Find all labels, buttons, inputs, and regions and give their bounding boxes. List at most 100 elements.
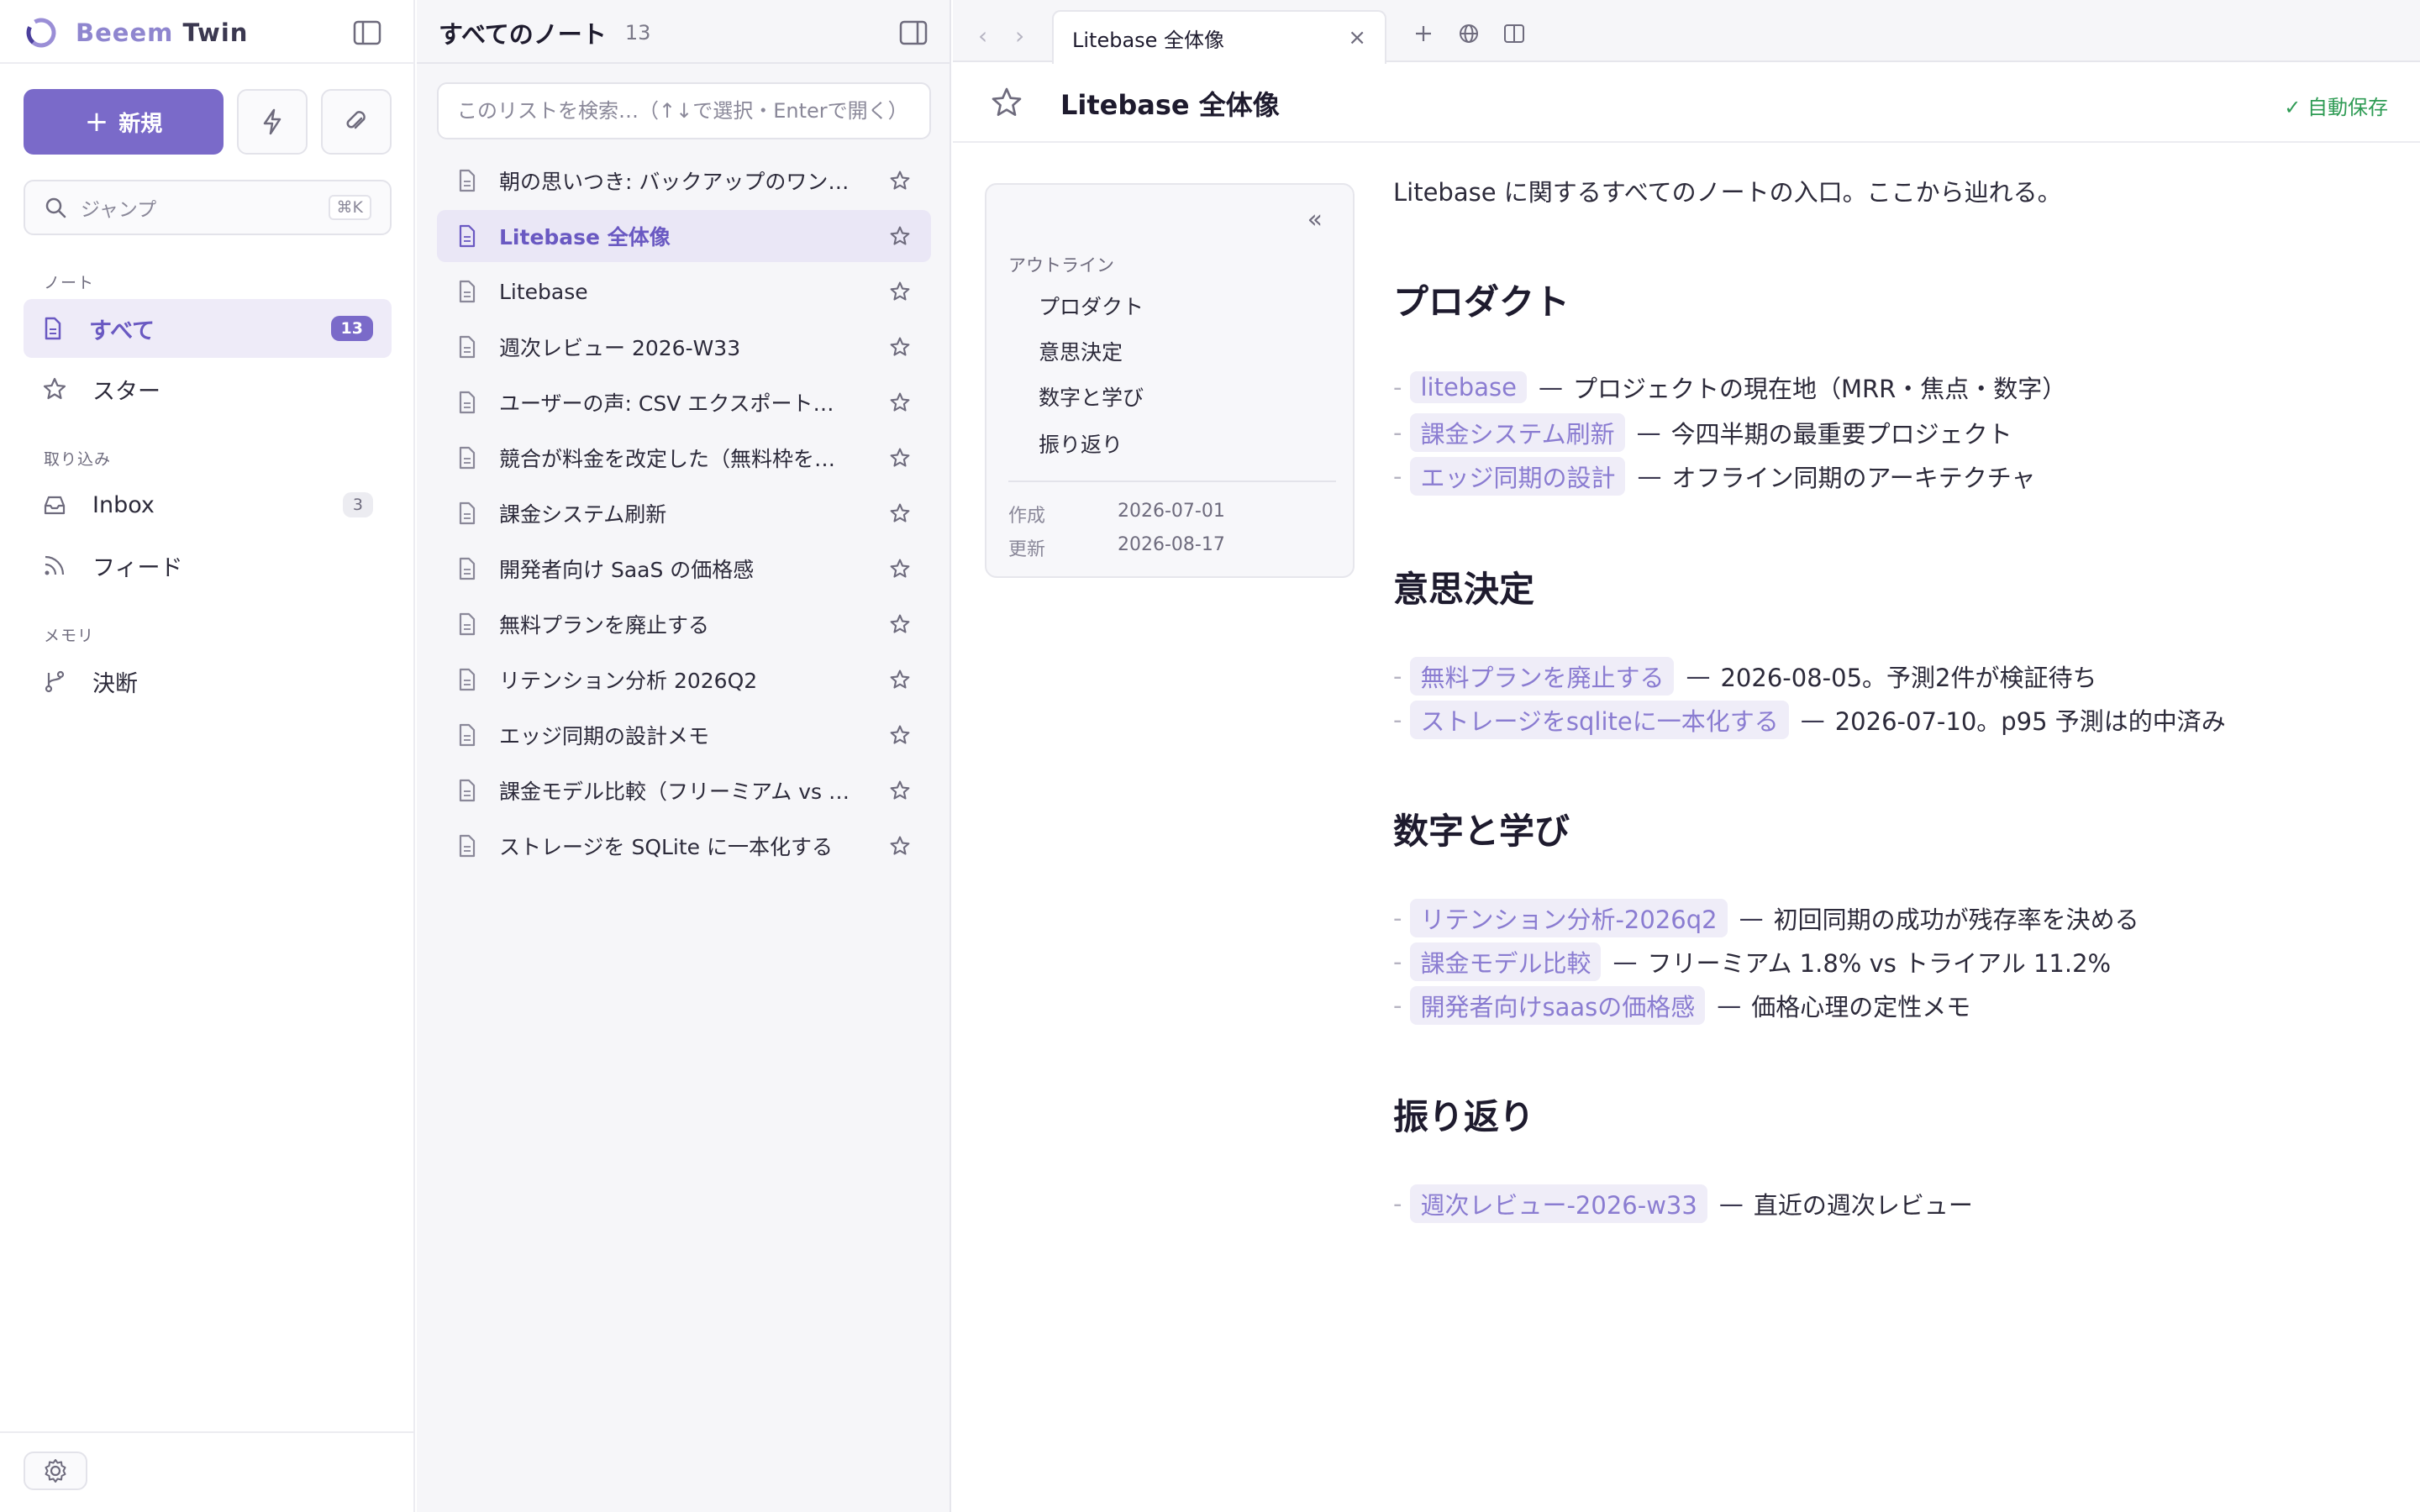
outline-item[interactable]: プロダクト (1039, 291, 1144, 321)
list-item: - リテンション分析-2026q2 — 初回同期の成功が残存率を決める (1393, 899, 2139, 937)
sidebar-item-label: すべて (89, 318, 155, 344)
sidebar-item-label: スター (92, 378, 160, 405)
document-icon (459, 280, 476, 303)
note-list-item[interactable]: 課金モデル比較（フリーミアム vs トライアル） (437, 764, 931, 816)
star-icon[interactable] (889, 724, 911, 746)
wiki-link[interactable]: エッジ同期の設計 (1410, 457, 1626, 496)
em-dash: — (1612, 948, 1638, 976)
panel-toggle-icon[interactable] (897, 18, 929, 47)
divider (0, 62, 415, 64)
em-dash: — (1636, 418, 1661, 447)
note-list-item[interactable]: 開発者向け SaaS の価格感 (437, 543, 931, 595)
list-item: - ストレージをsqliteに一本化する — 2026-07-10。p95 予測… (1393, 701, 2226, 739)
note-list-item[interactable]: 朝の思いつき: バックアップのワンクリック化 (437, 155, 931, 207)
back-arrow-icon[interactable]: ‹ (978, 22, 987, 50)
favorite-star-icon[interactable] (990, 86, 1023, 119)
new-tab-plus-icon[interactable] (1412, 22, 1435, 45)
star-icon[interactable] (889, 558, 911, 580)
wiki-link[interactable]: litebase (1410, 371, 1527, 403)
split-view-icon[interactable] (1502, 22, 1526, 45)
star-icon[interactable] (889, 281, 911, 302)
globe-icon[interactable] (1457, 22, 1481, 45)
section-heading: 意思決定 (1393, 569, 1535, 610)
star-icon[interactable] (889, 780, 911, 801)
app-window: Beeem Twin + 新規 ジャンプ ⌘K ノート すべて 13 スター 取… (0, 0, 2420, 1512)
note-list-item[interactable]: Litebase 全体像 (437, 210, 931, 262)
star-icon[interactable] (889, 669, 911, 690)
note-list-item[interactable]: 無料プランを廃止する (437, 598, 931, 650)
attach-button[interactable] (321, 89, 392, 155)
tab-active[interactable]: Litebase 全体像 × (1052, 10, 1386, 64)
note-list-item-title: 朝の思いつき: バックアップのワンクリック化 (499, 170, 852, 194)
sidebar-toggle-icon[interactable] (351, 18, 383, 47)
em-dash: — (1717, 991, 1742, 1020)
sidebar-item-all[interactable]: すべて 13 (24, 299, 392, 358)
new-note-button[interactable]: + 新規 (24, 89, 224, 155)
close-icon[interactable]: × (1348, 25, 1366, 50)
star-icon[interactable] (889, 170, 911, 192)
bullet-dash: - (1393, 948, 1402, 976)
star-icon[interactable] (889, 613, 911, 635)
document-icon (459, 224, 476, 248)
wiki-link[interactable]: 無料プランを廃止する (1410, 657, 1675, 696)
star-icon (43, 377, 66, 400)
list-item: - 開発者向けsaasの価格感 — 価格心理の定性メモ (1393, 986, 1970, 1025)
document-icon (459, 668, 476, 691)
star-icon[interactable] (889, 391, 911, 413)
outline-label: アウトライン (1008, 255, 1114, 276)
note-list-item[interactable]: ユーザーの声: CSV エクスポートが欲しい (437, 376, 931, 428)
list-item: - エッジ同期の設計 — オフライン同期のアーキテクチャ (1393, 457, 2035, 496)
sidebar: Beeem Twin + 新規 ジャンプ ⌘K ノート すべて 13 スター 取… (0, 0, 415, 1512)
quick-capture-button[interactable] (237, 89, 308, 155)
lightning-icon (263, 108, 281, 135)
note-list-item-title: 週次レビュー 2026-W33 (499, 336, 741, 360)
list-item: - litebase — プロジェクトの現在地（MRR・焦点・数字） (1393, 370, 2066, 405)
outline-item[interactable]: 数字と学び (1039, 381, 1144, 412)
note-list-item[interactable]: ストレージを SQLite に一本化する (437, 820, 931, 872)
star-icon[interactable] (889, 447, 911, 469)
sidebar-item-feed[interactable]: フィード (24, 536, 392, 595)
note-list-item[interactable]: 週次レビュー 2026-W33 (437, 321, 931, 373)
bullet-text: 価格心理の定性メモ (1751, 993, 1971, 1021)
bullet-dash: - (1393, 706, 1402, 734)
note-list-item[interactable]: エッジ同期の設計メモ (437, 709, 931, 761)
wiki-link[interactable]: 週次レビュー-2026-w33 (1410, 1184, 1707, 1223)
star-icon[interactable] (889, 502, 911, 524)
divider (417, 62, 951, 64)
wiki-link[interactable]: 開発者向けsaasの価格感 (1410, 986, 1706, 1025)
star-icon[interactable] (889, 336, 911, 358)
sidebar-item-starred[interactable]: スター (24, 360, 392, 418)
branch-icon (45, 670, 65, 693)
star-icon[interactable] (889, 835, 911, 857)
bullet-text: フリーミアム 1.8% vs トライアル 11.2% (1647, 949, 2112, 978)
collapse-icon[interactable]: « (1307, 205, 1323, 234)
intro-paragraph: Litebase に関するすべてのノートの入口。ここから辿れる。 (1393, 178, 2062, 207)
outline-item[interactable]: 振り返り (1039, 428, 1123, 459)
forward-arrow-icon[interactable]: › (1015, 22, 1024, 50)
bullet-dash: - (1393, 462, 1402, 491)
wiki-link[interactable]: リテンション分析-2026q2 (1410, 899, 1728, 937)
settings-button[interactable] (24, 1452, 87, 1490)
wiki-link[interactable]: 課金モデル比較 (1410, 942, 1602, 981)
outline-item[interactable]: 意思決定 (1039, 336, 1123, 366)
note-title[interactable]: Litebase 全体像 (1060, 84, 1280, 123)
section-label-memory: メモリ (44, 627, 95, 645)
bullet-text: オフライン同期のアーキテクチャ (1671, 464, 2036, 492)
note-list-item[interactable]: リテンション分析 2026Q2 (437, 654, 931, 706)
wiki-link[interactable]: ストレージをsqliteに一本化する (1410, 701, 1789, 739)
sidebar-item-decisions[interactable]: 決断 (24, 652, 392, 711)
star-icon[interactable] (889, 225, 911, 247)
bullet-dash: - (1393, 418, 1402, 447)
shortcut-hint: ⌘K (328, 195, 371, 220)
wiki-link[interactable]: 課金システム刷新 (1410, 413, 1625, 452)
updated-date: 2026-08-17 (1118, 534, 1225, 555)
note-list-item[interactable]: 競合が料金を改定した（無料枠を縮小） (437, 432, 931, 484)
list-item: - 無料プランを廃止する — 2026-08-05。予測2件が検証待ち (1393, 657, 2096, 696)
note-list-item[interactable]: Litebase (437, 265, 931, 318)
sidebar-item-inbox[interactable]: Inbox 3 (24, 475, 392, 534)
list-item: - 課金システム刷新 — 今四半期の最重要プロジェクト (1393, 413, 2012, 452)
list-search-input[interactable]: このリストを検索…（↑↓で選択・Enterで開く） (437, 82, 931, 139)
jump-search[interactable]: ジャンプ ⌘K (24, 180, 392, 235)
brand[interactable]: Beeem Twin (24, 15, 248, 50)
note-list-item[interactable]: 課金システム刷新 (437, 487, 931, 539)
